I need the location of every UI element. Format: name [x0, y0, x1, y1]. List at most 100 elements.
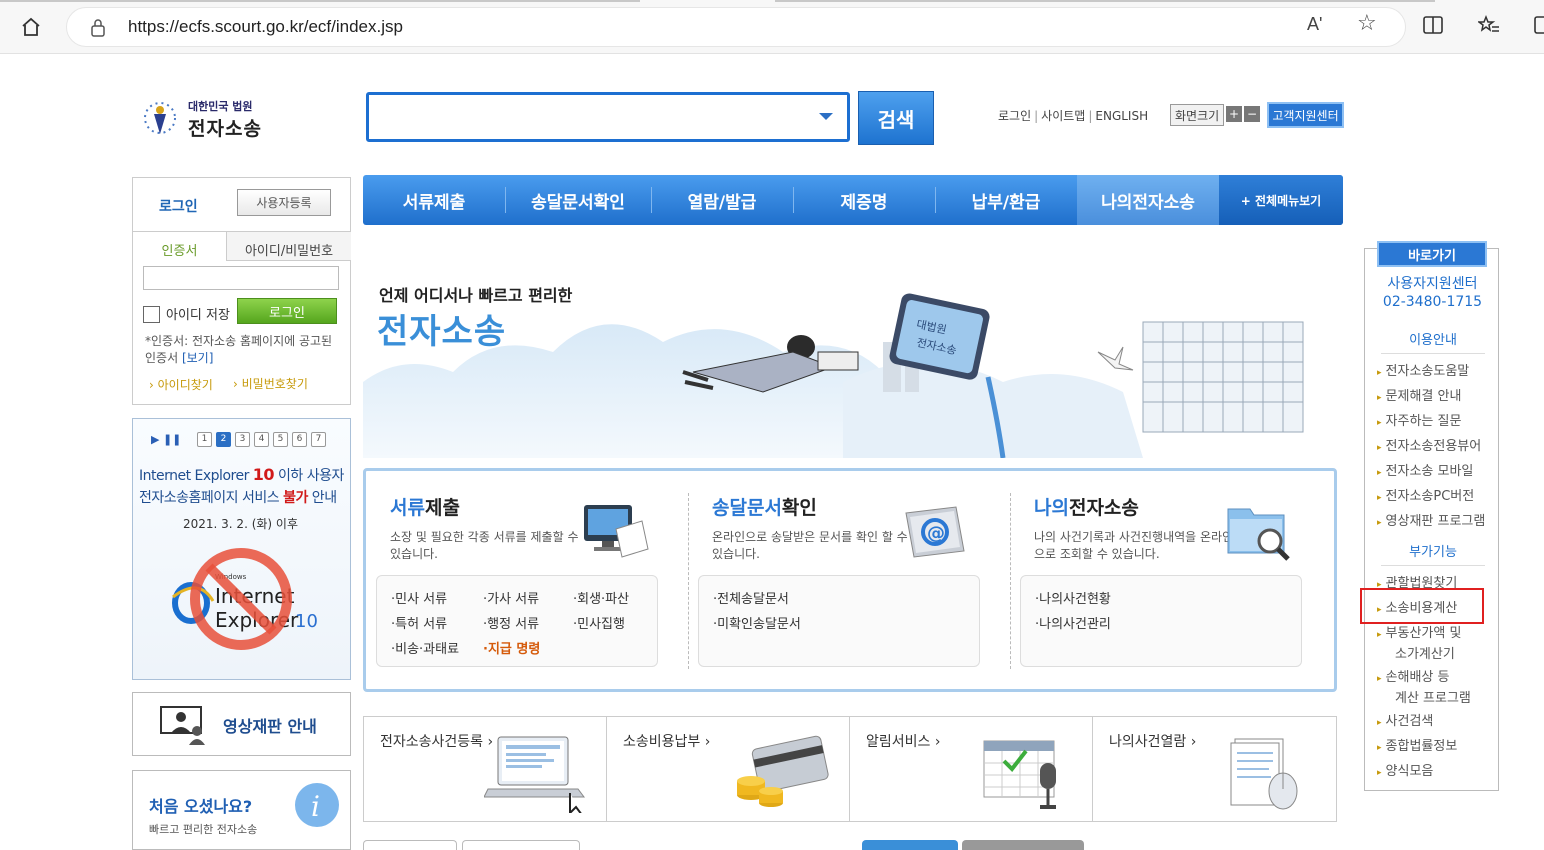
nav-view-issue[interactable]: 열람/발급 — [651, 175, 793, 225]
video-conference-icon — [160, 706, 205, 745]
nav-document-submission[interactable]: 서류제출 — [363, 175, 505, 225]
slide-page[interactable]: 7 — [311, 432, 326, 447]
quick-my-case-view[interactable]: 나의사건열람 › — [1093, 717, 1336, 821]
quick-label[interactable]: 나의사건열람 › — [1109, 731, 1196, 751]
link-civil-execution[interactable]: ·민사집행 — [573, 613, 625, 632]
certificate-field[interactable] — [143, 266, 339, 290]
favorite-star-icon[interactable]: ☆ — [1357, 11, 1377, 36]
search-button[interactable]: 검색 — [858, 91, 934, 145]
menu-ecourt-pc[interactable]: 전자소송PC버전 — [1377, 485, 1475, 504]
bottom-tab[interactable] — [862, 840, 958, 850]
slide-page[interactable]: 2 — [216, 432, 231, 447]
quick-notification-service[interactable]: 알림서비스 › — [850, 717, 1093, 821]
link-admin-docs[interactable]: ·행정 서류 — [483, 613, 539, 632]
find-id-link[interactable]: › 아이디찾기 — [149, 376, 213, 393]
address-bar[interactable]: https://ecfs.scourt.go.kr/ecf/index.jsp … — [66, 7, 1406, 47]
menu-damages-calc[interactable]: 손해배상 등 — [1377, 666, 1450, 685]
link-civil-docs[interactable]: ·민사 서류 — [391, 588, 447, 607]
section-extra-functions: 부가기능 — [1381, 541, 1485, 566]
menu-real-estate-value[interactable]: 부동산가액 및 — [1377, 622, 1462, 641]
find-password-text[interactable]: 비밀번호찾기 — [242, 377, 308, 391]
menu-case-search[interactable]: 사건검색 — [1377, 710, 1434, 729]
computer-document-icon — [576, 499, 652, 563]
nav-service-documents[interactable]: 송달문서확인 — [505, 175, 651, 225]
link-payment-order[interactable]: ·지급 명령 — [483, 638, 540, 657]
video-trial-banner[interactable]: 영상재판 안내 — [132, 692, 351, 756]
slide-page[interactable]: 4 — [254, 432, 269, 447]
service-links: ·민사 서류 ·가사 서류 ·회생·파산 ·특허 서류 ·행정 서류 ·민사집행… — [376, 575, 658, 667]
slide-controls[interactable]: ▶ ❚❚ — [151, 433, 181, 446]
slide-page[interactable]: 3 — [235, 432, 250, 447]
menu-ecourt-mobile[interactable]: 전자소송 모바일 — [1377, 460, 1474, 479]
quick-label[interactable]: 소송비용납부 › — [623, 731, 710, 751]
login-link[interactable]: 로그인 — [998, 109, 1031, 123]
split-screen-icon[interactable] — [1422, 14, 1444, 41]
lock-icon[interactable] — [89, 18, 107, 38]
menu-damages-calc-line2[interactable]: 계산 프로그램 — [1395, 687, 1471, 706]
nav-payment-refund[interactable]: 납부/환급 — [935, 175, 1077, 225]
bottom-tab[interactable] — [462, 840, 580, 850]
slide-page[interactable]: 6 — [292, 432, 307, 447]
quick-ecourt-case-registration[interactable]: 전자소송사건등록 › — [364, 717, 607, 821]
menu-real-estate-value-line2[interactable]: 소가계산기 — [1395, 643, 1455, 662]
support-center-link[interactable]: 사용자지원센터 — [1365, 273, 1500, 293]
service-title[interactable]: 나의전자소송 — [1034, 493, 1139, 520]
link-all-delivery-docs[interactable]: ·전체송달문서 — [713, 588, 789, 607]
nav-certificates[interactable]: 제증명 — [793, 175, 935, 225]
slide-page[interactable]: 1 — [197, 432, 212, 447]
menu-troubleshooting[interactable]: 문제해결 안내 — [1377, 385, 1462, 404]
ie-notice-line2: 전자소송홈페이지 서비스 불가 안내 — [139, 490, 337, 506]
certificate-view-link[interactable]: [보기] — [182, 351, 213, 365]
support-center-button[interactable]: 고객지원센터 — [1267, 102, 1344, 128]
service-title[interactable]: 서류제출 — [390, 493, 460, 520]
font-minus-button[interactable]: − — [1244, 106, 1260, 122]
read-aloud-icon[interactable]: Aʹ — [1307, 14, 1322, 35]
service-description: 소장 및 필요한 각종 서류를 제출할 수 있습니다. — [390, 530, 579, 561]
site-logo[interactable]: 대한민국 법원 전자소송 — [136, 96, 276, 146]
home-icon[interactable] — [16, 12, 46, 42]
slide-page[interactable]: 5 — [273, 432, 288, 447]
ie-notice-banner[interactable]: ▶ ❚❚ 1 2 3 4 5 6 7 Internet Explorer 10 … — [132, 418, 351, 680]
menu-forms[interactable]: 양식모음 — [1377, 760, 1434, 779]
menu-faq[interactable]: 자주하는 질문 — [1377, 410, 1462, 429]
nav-my-ecourt[interactable]: 나의전자소송 — [1077, 175, 1219, 225]
info-icon: i — [295, 783, 339, 827]
first-visit-banner[interactable]: 처음 오셨나요? 빠르고 편리한 전자소송 i — [132, 770, 351, 850]
link-my-case-management[interactable]: ·나의사건관리 — [1035, 613, 1111, 632]
font-plus-button[interactable]: + — [1226, 106, 1242, 122]
service-title[interactable]: 송달문서확인 — [712, 493, 817, 520]
link-my-case-status[interactable]: ·나의사건현황 — [1035, 588, 1111, 607]
link-family-docs[interactable]: ·가사 서류 — [483, 588, 539, 607]
bottom-tab[interactable] — [363, 840, 457, 850]
find-id-text[interactable]: 아이디찾기 — [158, 378, 213, 392]
favorites-icon[interactable] — [1476, 14, 1500, 41]
url-text[interactable]: https://ecfs.scourt.go.kr/ecf/index.jsp — [128, 17, 403, 37]
tab-id-password[interactable]: 아이디/비밀번호 — [227, 231, 351, 261]
menu-video-trial-program[interactable]: 영상재판 프로그램 — [1377, 510, 1486, 529]
collections-icon[interactable] — [1532, 14, 1544, 41]
find-password-link[interactable]: › 비밀번호찾기 — [233, 376, 323, 393]
sitemap-link[interactable]: 사이트맵 — [1041, 109, 1085, 123]
tab-certificate[interactable]: 인증서 — [133, 231, 227, 261]
save-id-label: 아이디 저장 — [166, 308, 230, 323]
menu-ecourt-help[interactable]: 전자소송도움말 — [1377, 360, 1470, 379]
link-unconfirmed-docs[interactable]: ·미확인송달문서 — [713, 613, 801, 632]
section-usage-guide: 이용안내 — [1381, 329, 1485, 354]
search-input[interactable] — [366, 92, 850, 142]
link-noncontentious[interactable]: ·비송·과태료 — [391, 638, 459, 657]
login-button[interactable]: 로그인 — [237, 298, 337, 324]
quick-label[interactable]: 전자소송사건등록 › — [380, 731, 493, 751]
link-patent-docs[interactable]: ·특허 서류 — [391, 613, 447, 632]
all-menu-button[interactable]: + 전체메뉴보기 — [1219, 175, 1343, 225]
top-links: 로그인 | 사이트맵 | ENGLISH — [998, 109, 1149, 123]
register-button[interactable]: 사용자등록 — [237, 189, 331, 216]
link-rehab-bankruptcy[interactable]: ·회생·파산 — [573, 588, 629, 607]
quick-label[interactable]: 알림서비스 › — [866, 731, 940, 751]
bottom-tab[interactable] — [962, 840, 1084, 850]
menu-legal-info[interactable]: 종합법률정보 — [1377, 735, 1458, 754]
search-dropdown-icon[interactable] — [819, 113, 833, 120]
save-id-checkbox[interactable] — [143, 306, 160, 323]
menu-ecourt-viewer[interactable]: 전자소송전용뷰어 — [1377, 435, 1482, 454]
quick-litigation-fee-payment[interactable]: 소송비용납부 › — [607, 717, 850, 821]
english-link[interactable]: ENGLISH — [1095, 109, 1148, 123]
